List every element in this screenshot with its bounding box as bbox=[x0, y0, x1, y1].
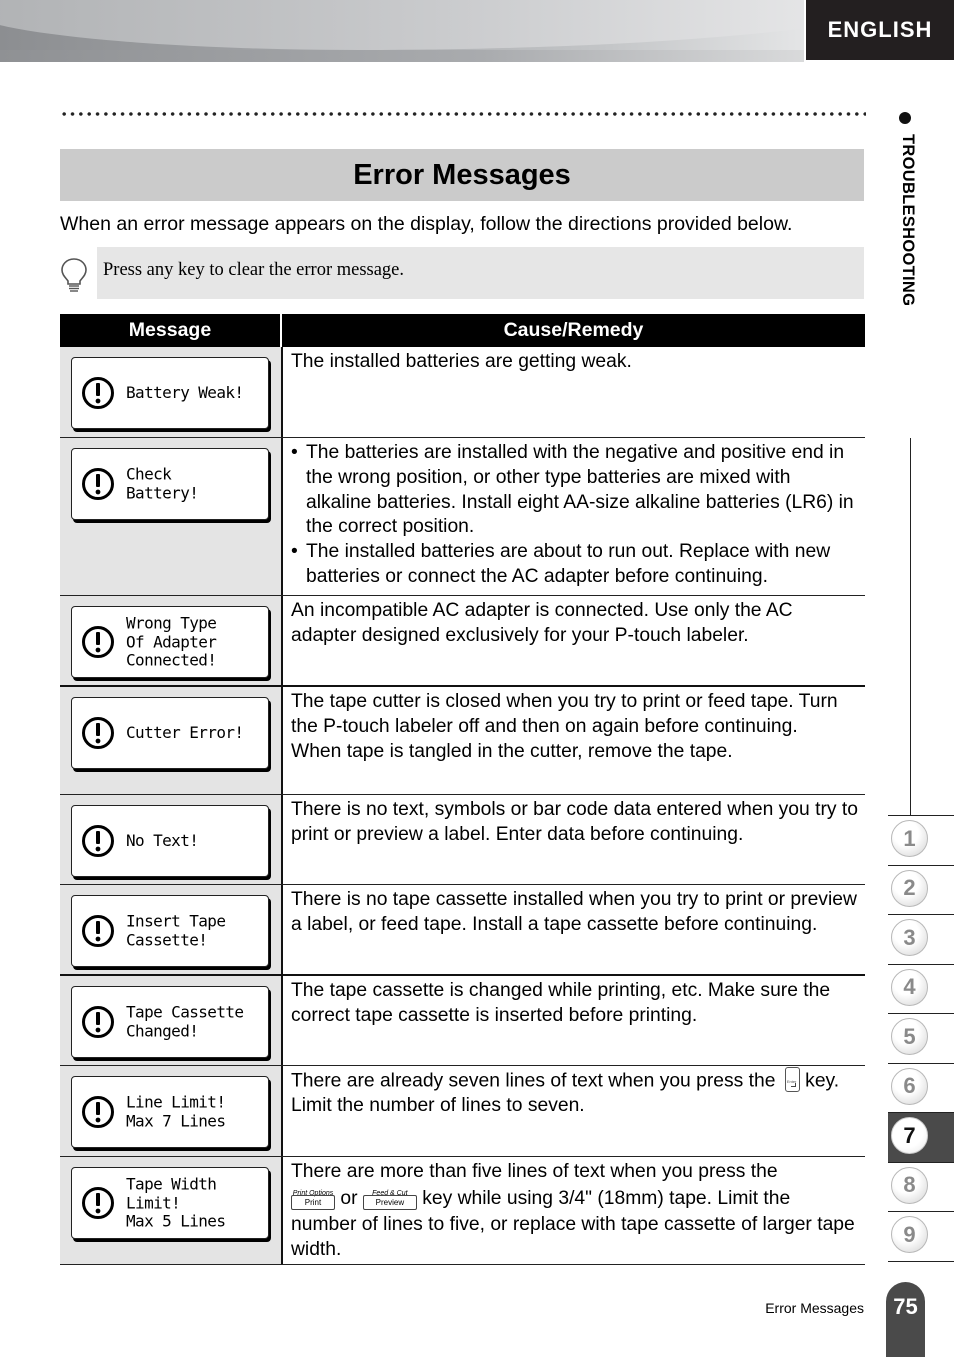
chapter-tab-6[interactable]: 6 bbox=[888, 1062, 954, 1113]
bullet-icon bbox=[899, 112, 911, 124]
lcd-message: Wrong Type Of Adapter Connected! bbox=[71, 606, 269, 678]
column-header-message: Message bbox=[60, 314, 282, 347]
section-label: TROUBLESHOOTING bbox=[899, 134, 917, 307]
section-side-label: TROUBLESHOOTING bbox=[894, 112, 918, 352]
table-row: No Text! There is no text, symbols or ba… bbox=[60, 795, 865, 885]
note-box: Press any key to clear the error message… bbox=[60, 247, 864, 299]
chapter-tab-2[interactable]: 2 bbox=[888, 864, 954, 915]
chapter-tab-3[interactable]: 3 bbox=[888, 914, 954, 964]
chapter-tab-5[interactable]: 5 bbox=[888, 1013, 954, 1063]
table-row: Tape Cassette Changed! The tape cassette… bbox=[60, 976, 865, 1066]
table-header: Message Cause/Remedy bbox=[60, 314, 865, 347]
bullet-item: The batteries are installed with the neg… bbox=[291, 441, 859, 540]
lightbulb-icon bbox=[61, 258, 87, 292]
warning-icon bbox=[82, 1096, 114, 1128]
cause-remedy: The tape cassette is changed while print… bbox=[291, 980, 831, 1026]
warning-icon bbox=[82, 1006, 114, 1038]
dotted-divider bbox=[60, 111, 866, 117]
lcd-message: Check Battery! bbox=[71, 448, 269, 520]
warning-icon bbox=[82, 377, 114, 409]
lcd-message: No Text! bbox=[71, 805, 269, 877]
bullet-item: The installed batteries are about to run… bbox=[291, 540, 859, 590]
warning-icon bbox=[82, 626, 114, 658]
chapter-nav: 1 2 3 4 5 6 7 8 9 bbox=[888, 815, 954, 1262]
footer-section-label: Error Messages bbox=[765, 1300, 864, 1316]
lcd-message: Tape Cassette Changed! bbox=[71, 986, 269, 1058]
intro-text: When an error message appears on the dis… bbox=[60, 213, 793, 235]
side-divider bbox=[910, 438, 911, 816]
table-row: Tape Width Limit! Max 5 Lines There are … bbox=[60, 1157, 865, 1265]
lcd-message: Battery Weak! bbox=[71, 357, 269, 429]
lcd-message: Line Limit! Max 7 Lines bbox=[71, 1076, 269, 1148]
chapter-tab-4[interactable]: 4 bbox=[888, 963, 954, 1014]
warning-icon bbox=[82, 825, 114, 857]
warning-icon bbox=[82, 717, 114, 749]
warning-icon bbox=[82, 915, 114, 947]
table-row: Insert Tape Cassette! There is no tape c… bbox=[60, 885, 865, 976]
note-text: Press any key to clear the error message… bbox=[97, 247, 864, 299]
lcd-message: Insert Tape Cassette! bbox=[71, 895, 269, 967]
chapter-tab-1[interactable]: 1 bbox=[888, 815, 954, 865]
table-row: Check Battery! The batteries are install… bbox=[60, 438, 865, 596]
chapter-tab-7[interactable]: 7 bbox=[888, 1112, 954, 1162]
column-header-cause: Cause/Remedy bbox=[503, 319, 644, 341]
enter-key-icon bbox=[784, 1067, 800, 1095]
cause-remedy: There is no text, symbols or bar code da… bbox=[291, 799, 858, 845]
cause-remedy: The installed batteries are getting weak… bbox=[291, 351, 632, 372]
page-number: 75 bbox=[886, 1282, 925, 1357]
table-row: Line Limit! Max 7 Lines There are alread… bbox=[60, 1066, 865, 1157]
cause-remedy: There are already seven lines of text wh… bbox=[283, 1066, 865, 1156]
header-banner bbox=[0, 0, 804, 62]
cause-remedy: The batteries are installed with the neg… bbox=[283, 438, 865, 595]
preview-key-icon: Feed & Cut Preview bbox=[362, 1182, 417, 1210]
table-row: Wrong Type Of Adapter Connected! An inco… bbox=[60, 596, 865, 687]
chapter-tab-9[interactable]: 9 bbox=[888, 1211, 954, 1261]
banner-swoosh bbox=[0, 0, 804, 50]
cause-remedy: There are more than five lines of text w… bbox=[291, 1161, 855, 1260]
cause-remedy: The tape cutter is closed when you try t… bbox=[291, 691, 838, 762]
warning-icon bbox=[82, 1187, 114, 1219]
table-row: Battery Weak! The installed batteries ar… bbox=[60, 347, 865, 438]
lcd-message: Cutter Error! bbox=[71, 697, 269, 769]
language-tab: ENGLISH bbox=[806, 0, 954, 60]
warning-icon bbox=[82, 468, 114, 500]
page-title: Error Messages bbox=[60, 149, 864, 201]
lcd-message: Tape Width Limit! Max 5 Lines bbox=[71, 1167, 269, 1239]
chapter-nav-end bbox=[888, 1260, 954, 1262]
table-row: Cutter Error! The tape cutter is closed … bbox=[60, 687, 865, 795]
banner-band bbox=[0, 50, 804, 62]
error-messages-table: Message Cause/Remedy Battery Weak! The i… bbox=[60, 314, 865, 1265]
cause-remedy: There is no tape cassette installed when… bbox=[291, 889, 857, 935]
print-key-icon: Print Options Print bbox=[291, 1182, 335, 1210]
chapter-tab-8[interactable]: 8 bbox=[888, 1161, 954, 1212]
cause-remedy: An incompatible AC adapter is connected.… bbox=[291, 600, 793, 646]
